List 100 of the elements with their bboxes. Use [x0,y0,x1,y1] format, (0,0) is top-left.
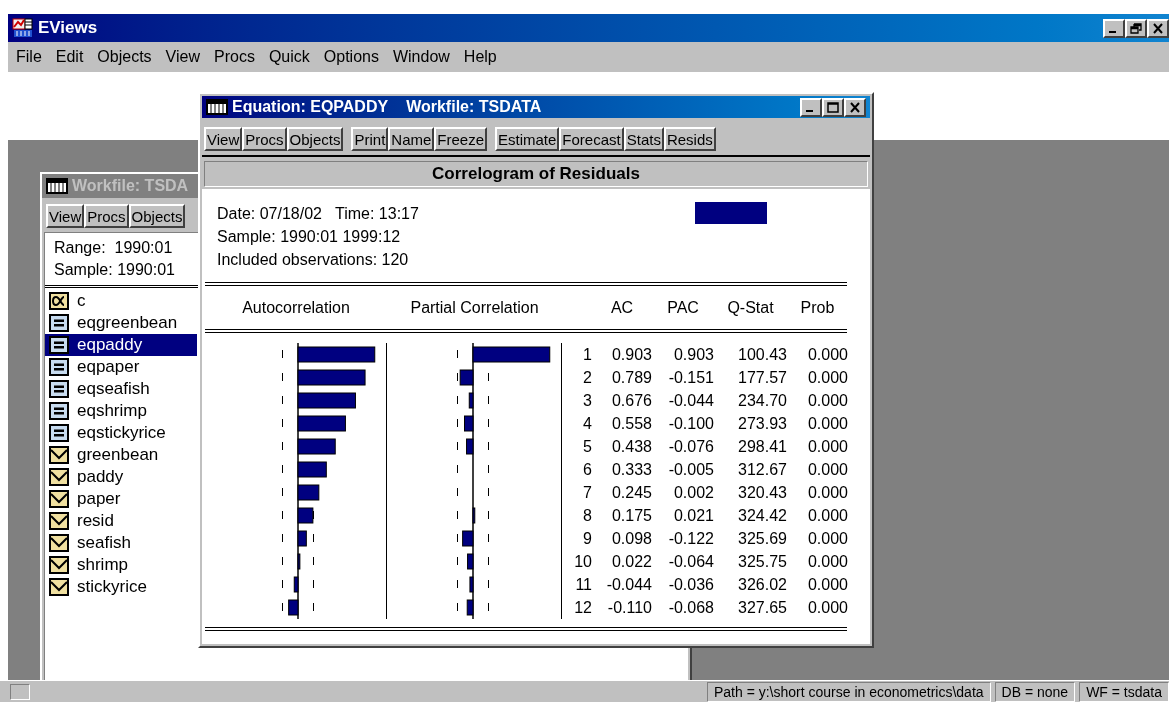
maximize-button[interactable] [822,97,844,117]
toolbar-button[interactable]: Estimate [495,127,560,151]
correlation-bar [468,392,474,409]
toolbar-button[interactable]: Objects [128,204,186,228]
toolbar-button[interactable]: Name [388,127,435,151]
object-list-item[interactable]: eqpaddy [45,334,197,356]
correlation-bar [297,507,314,524]
correlation-bar [462,530,474,547]
window-title: Equation: EQPADDY [232,97,389,117]
q-stat-cell-text: 320.43 [737,483,787,503]
output-heading: Correlogram of Residuals [204,161,868,187]
object-list-item[interactable]: eqseafish [45,378,197,400]
line-graph-icon [49,534,69,552]
object-list-item[interactable]: c [45,290,197,312]
pac-cell-text: -0.044 [667,391,714,411]
info-line: Included observations: 120 [217,250,410,270]
object-list-item[interactable]: eqgreenbean [45,312,197,334]
object-list-item[interactable]: paddy [45,466,197,488]
object-list-item[interactable]: seafish [45,532,197,554]
menu-item[interactable]: View [165,45,200,69]
object-list-item[interactable]: resid [45,510,197,532]
confidence-mark [488,464,489,474]
correlation-bar [469,576,474,593]
object-list-item[interactable]: greenbean [45,444,197,466]
ac-cell-text: -0.110 [606,598,652,618]
confidence-mark [313,579,314,589]
column-header: AC [609,298,635,318]
confidence-mark [282,395,283,405]
toolbar-button[interactable]: Procs [84,204,129,228]
confidence-mark [457,533,458,543]
column-header: PAC [666,298,700,318]
ac-cell-text: 0.676 [610,391,652,411]
lag-cell-text: 4 [582,414,592,434]
object-list-item[interactable]: stickyrice [45,576,197,598]
confidence-mark [313,602,314,612]
confidence-mark [313,556,314,566]
q-stat-cell-text: 325.75 [737,552,787,572]
correlation-bar [297,369,366,386]
ac-cell-text: 0.558 [610,414,652,434]
window-icon [206,99,228,115]
toolbar-button[interactable]: Resids [663,127,716,151]
confidence-mark [488,579,489,589]
prob-cell-text: 0.000 [806,506,848,526]
column-header: Autocorrelation [241,298,351,318]
menu-item[interactable]: Objects [97,45,152,69]
prob-cell-text: 0.000 [806,598,848,618]
lag-cell-text: 10 [573,552,592,572]
confidence-mark [282,602,283,612]
menu-item[interactable]: File [16,45,42,69]
toolbar-button[interactable]: Stats [623,127,664,151]
lag-cell-text: 3 [582,391,592,411]
minimize-icon [1109,31,1116,33]
menu-item[interactable]: Window [392,45,450,69]
ac-cell-text: 0.438 [610,437,652,457]
pac-cell-text: 0.021 [672,506,714,526]
toolbar-button[interactable]: View [46,204,85,228]
line-graph-icon [49,446,69,464]
pac-cell-text: -0.068 [667,598,714,618]
confidence-mark [282,579,283,589]
menu-item[interactable]: Edit [55,45,84,69]
menu-item[interactable]: Procs [214,45,255,69]
ac-cell-text: 0.022 [610,552,652,572]
status-panel: DB = none [994,681,1076,702]
menu-item[interactable]: Options [323,45,379,69]
pac-cell-text: -0.151 [667,368,714,388]
object-list-item[interactable]: shrimp [45,554,197,576]
prob-cell-text: 0.000 [806,368,848,388]
pac-cell-text: 0.903 [672,345,714,365]
minimize-button[interactable] [800,97,822,117]
menu-item[interactable]: Help [463,45,497,69]
close-button[interactable] [844,97,866,117]
object-list-item[interactable]: eqstickyrice [45,422,197,444]
toolbar-button[interactable]: View [204,127,243,151]
correlation-bar [297,415,346,432]
toolbar-button[interactable]: Print [351,127,389,151]
close-icon [849,101,861,113]
toolbar-button[interactable]: Objects [286,127,344,151]
object-list-item[interactable]: eqpaper [45,356,197,378]
pac-cell-text: -0.064 [667,552,714,572]
confidence-mark [488,395,489,405]
restore-button[interactable] [1125,18,1147,38]
toolbar-button[interactable]: Freeze [434,127,487,151]
confidence-mark [457,395,458,405]
toolbar-button[interactable]: Forecast [559,127,624,151]
ac-cell-text: 0.789 [610,368,652,388]
lag-cell-text: 6 [582,460,592,480]
toolbar-button[interactable]: Procs [242,127,287,151]
object-list-item[interactable]: eqshrimp [45,400,197,422]
ac-cell-text: -0.044 [605,575,652,595]
confidence-mark [282,418,283,428]
equation-icon [49,402,69,420]
object-list-item[interactable]: paper [45,488,197,510]
ac-cell-text: 0.903 [610,345,652,365]
confidence-mark [488,556,489,566]
minimize-button[interactable] [1103,18,1125,38]
menu-item[interactable]: Quick [268,45,310,69]
confidence-mark [282,464,283,474]
correlation-bar [297,438,336,455]
close-button[interactable] [1147,18,1169,38]
correlation-bar [297,484,320,501]
